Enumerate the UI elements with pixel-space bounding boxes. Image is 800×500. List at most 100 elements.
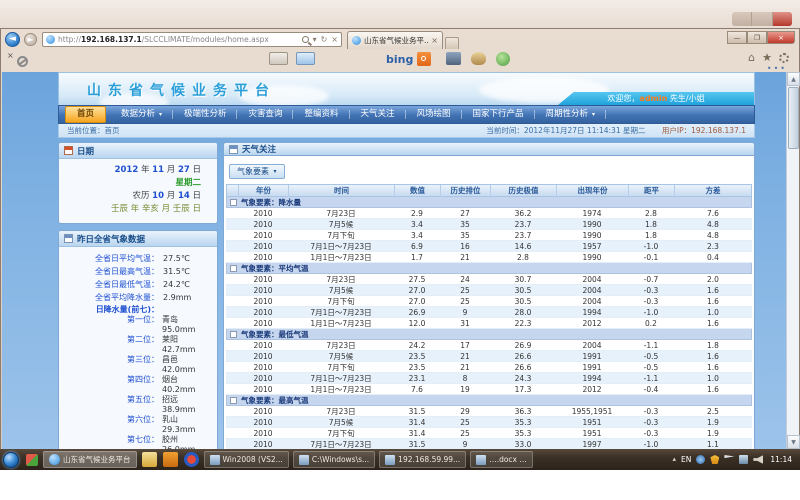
bing-search-icon[interactable] <box>417 52 431 66</box>
nav-item-6[interactable]: 天气关注 <box>350 106 406 123</box>
section-checkbox[interactable] <box>230 199 237 206</box>
snapshot-tool-icon[interactable] <box>446 52 461 65</box>
hidden-icons-arrow-icon[interactable]: ▴ <box>673 455 677 464</box>
action-center-flag-icon[interactable] <box>724 455 734 464</box>
table-section-header[interactable]: 气象要素：最低气温 <box>226 329 752 340</box>
explorer-icon[interactable] <box>142 452 157 467</box>
column-header[interactable]: 年份 <box>239 185 289 197</box>
table-row[interactable]: 20107月23日2.92736.219742.87.6 <box>226 208 752 219</box>
table-row[interactable]: 20107月23日24.21726.92004-1.11.8 <box>226 340 752 351</box>
nav-item-1[interactable]: 首页 <box>65 106 106 123</box>
table-section-header[interactable]: 气象要素：最高气温 <box>226 395 752 406</box>
new-tab-button[interactable] <box>445 37 459 49</box>
column-header[interactable]: 数值 <box>395 185 441 197</box>
nav-item-5[interactable]: 整编资料 <box>293 106 349 123</box>
column-header[interactable]: 出现年份 <box>557 185 629 197</box>
nav-item-2[interactable]: 数据分析 ▾ <box>110 106 173 123</box>
section-checkbox[interactable] <box>230 331 237 338</box>
refresh-icon[interactable]: ↻ <box>321 35 328 44</box>
nav-item-9[interactable]: 周期性分析 ▾ <box>535 106 606 123</box>
element-selector-button[interactable]: 气象要素 ▾ <box>229 164 285 179</box>
section-checkbox[interactable] <box>230 397 237 404</box>
browser-tab[interactable]: 山东省气候业务平... × <box>347 31 443 49</box>
search-icon[interactable] <box>302 36 309 43</box>
scroll-up-icon[interactable]: ▲ <box>787 72 800 86</box>
taskbar-window-3[interactable]: 192.168.59.99... <box>379 451 466 468</box>
table-row[interactable]: 20107月23日27.52430.72004-0.72.0 <box>226 274 752 285</box>
scrollbar-thumb[interactable] <box>788 87 799 149</box>
maximize-button[interactable]: ❐ <box>747 31 767 44</box>
vertical-scrollbar[interactable]: ▲ ▼ <box>786 72 799 449</box>
table-row[interactable]: 20107月1日～7月23日26.9928.01994-1.01.0 <box>226 307 752 318</box>
close-button[interactable]: × <box>767 31 795 44</box>
minimize-button[interactable]: — <box>727 31 747 44</box>
media-player-icon[interactable] <box>184 452 199 467</box>
column-header[interactable]: 历史排位 <box>441 185 491 197</box>
table-row[interactable]: 20101月1日～7月23日7.61917.32012-0.41.6 <box>226 384 752 395</box>
home-icon[interactable]: ⌂ <box>748 51 755 64</box>
security-shield-icon[interactable] <box>710 455 719 464</box>
table-row[interactable]: 20107月5候23.52126.61991-0.51.6 <box>226 351 752 362</box>
translate-addon-icon[interactable] <box>496 52 510 66</box>
blocked-addon-icon[interactable] <box>17 56 28 67</box>
column-header[interactable]: 距平 <box>629 185 675 197</box>
nav-item-7[interactable]: 风场绘图 <box>406 106 462 123</box>
start-button[interactable] <box>3 452 19 468</box>
table-cell: 7月23日 <box>288 340 394 351</box>
volume-icon[interactable] <box>753 455 763 464</box>
display-icon[interactable] <box>739 455 748 464</box>
table-row[interactable]: 20107月下旬23.52126.61991-0.51.6 <box>226 362 752 373</box>
table-row[interactable]: 20107月23日31.52936.31955,1951-0.32.5 <box>226 406 752 417</box>
table-row[interactable]: 20107月下旬31.42535.31951-0.31.9 <box>226 428 752 439</box>
mail-icon[interactable] <box>269 52 288 65</box>
nav-item-3[interactable]: 极端性分析 <box>173 106 238 123</box>
app-orange-icon[interactable] <box>163 452 178 467</box>
favorites-star-icon[interactable]: ★ <box>762 51 772 64</box>
taskbar-window-2[interactable]: C:\Windows\s... <box>293 451 375 468</box>
toolbar-addon-icon[interactable] <box>471 52 486 65</box>
table-cell: 2004 <box>556 297 628 306</box>
taskbar-active-window[interactable]: 山东省气候业务平台 <box>43 451 137 468</box>
address-bar[interactable]: http://192.168.137.1/SLCCLIMATE/modules/… <box>42 32 342 47</box>
table-row[interactable]: 20107月1日～7月23日6.91614.61957-1.02.3 <box>226 241 752 252</box>
forward-button[interactable]: ► <box>24 33 37 46</box>
table-row[interactable]: 20107月1日～7月23日31.5933.01997-1.01.1 <box>226 439 752 449</box>
table-section-header[interactable]: 气象要素：平均气温 <box>226 263 752 274</box>
table-cell: 1.6 <box>674 286 752 295</box>
back-button[interactable]: ◄ <box>5 32 20 47</box>
section-checkbox[interactable] <box>230 265 237 272</box>
url-text[interactable]: http://192.168.137.1/SLCCLIMATE/modules/… <box>58 35 302 44</box>
table-row[interactable]: 20107月5候31.42535.31951-0.31.9 <box>226 417 752 428</box>
table-cell: 2010 <box>238 297 288 306</box>
taskbar-window-1[interactable]: Win2008 (VS2... <box>204 451 289 468</box>
table-cell: 7月下旬 <box>288 362 394 373</box>
tab-close-icon[interactable]: × <box>431 36 438 45</box>
table-row[interactable]: 20107月5候27.02530.52004-0.31.6 <box>226 285 752 296</box>
rank-label: 第三位： <box>63 355 159 375</box>
table-cell: 7月下旬 <box>288 230 394 241</box>
table-row[interactable]: 20107月下旬27.02530.52004-0.31.6 <box>226 296 752 307</box>
scroll-down-icon[interactable]: ▼ <box>787 435 800 449</box>
table-row[interactable]: 20101月1日～7月23日1.7212.81990-0.10.4 <box>226 252 752 263</box>
pinned-app-icon[interactable] <box>26 454 38 466</box>
table-row[interactable]: 20101月1日～7月23日12.03122.320120.21.6 <box>226 318 752 329</box>
nav-item-8[interactable]: 国家下行产品 <box>462 106 535 123</box>
network-status-icon[interactable] <box>696 455 705 464</box>
bing-logo[interactable]: bing <box>386 53 413 66</box>
column-header[interactable]: 历史极值 <box>491 185 557 197</box>
gear-icon[interactable] <box>779 53 789 63</box>
clock[interactable]: 11:14 <box>770 455 792 464</box>
nav-item-4[interactable]: 灾害查询 <box>237 106 293 123</box>
table-row[interactable]: 20107月5候3.43523.719901.84.8 <box>226 219 752 230</box>
stop-icon[interactable]: × <box>331 35 338 44</box>
column-header[interactable]: 时间 <box>289 185 395 197</box>
table-row[interactable]: 20107月下旬3.43523.719901.84.8 <box>226 230 752 241</box>
addon-close-icon[interactable]: × <box>7 51 14 60</box>
table-row[interactable]: 20107月1日～7月23日23.1824.31994-1.11.0 <box>226 373 752 384</box>
search-dropdown-icon[interactable]: ▾ <box>313 35 317 44</box>
language-indicator[interactable]: EN <box>681 455 691 464</box>
taskbar-window-4[interactable]: ….docx … <box>470 451 533 468</box>
send-mail-icon[interactable] <box>296 52 315 65</box>
column-header[interactable]: 方差 <box>675 185 751 197</box>
table-section-header[interactable]: 气象要素：降水量 <box>226 197 752 208</box>
